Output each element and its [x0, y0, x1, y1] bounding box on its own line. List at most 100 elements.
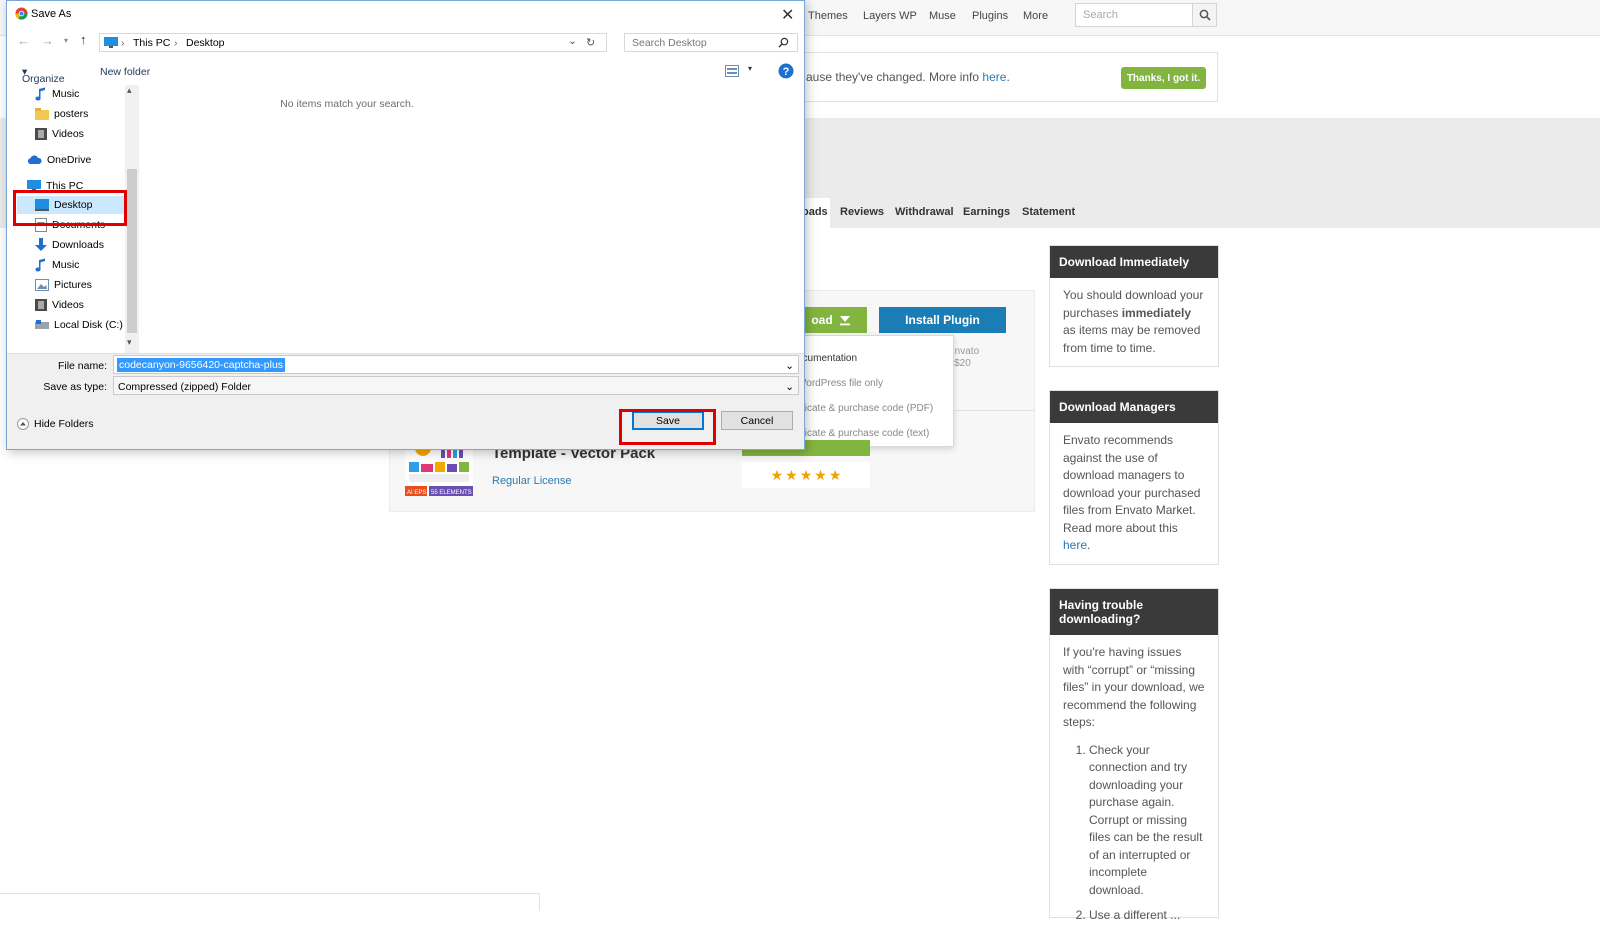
menu-item-license-pdf[interactable]: tificate & purchase code (PDF)	[797, 403, 933, 414]
star-icon: ★	[799, 466, 813, 483]
new-folder-button[interactable]: New folder	[100, 66, 150, 78]
thumb-badge-elements: 55 ELEMENTS	[431, 490, 472, 496]
footer-divider	[0, 893, 540, 894]
address-separator: ›	[121, 37, 125, 49]
close-icon[interactable]: ✕	[781, 5, 794, 25]
tab-reviews[interactable]: Reviews	[840, 206, 884, 218]
save-as-type-value: Compressed (zipped) Folder	[118, 381, 252, 393]
tree-item-label: Pictures	[54, 279, 92, 291]
view-dropdown-icon[interactable]: ▾	[748, 64, 752, 73]
trouble-step: Use a different ...	[1089, 907, 1205, 925]
up-arrow-icon[interactable]: ↑	[80, 32, 87, 47]
nav-muse[interactable]: Muse	[929, 10, 956, 22]
dialog-titlebar[interactable]: Save As ✕	[7, 1, 804, 28]
thumb-badge-format: AI EPS	[407, 490, 426, 496]
notice-link[interactable]: here	[982, 70, 1006, 84]
file-name-value: codecanyon-9656420-captcha-plus	[117, 358, 286, 372]
nav-layers-wp[interactable]: Layers WP	[863, 10, 917, 22]
tree-item-music-2[interactable]: Music	[35, 256, 79, 274]
video-icon	[35, 128, 47, 140]
tree-item-downloads[interactable]: Downloads	[35, 236, 104, 254]
tree-item-label: Downloads	[52, 239, 104, 251]
organize-button[interactable]: Organize ▾	[22, 66, 65, 85]
download-button[interactable]: oad	[795, 307, 867, 333]
tree-item-videos[interactable]: Videos	[35, 125, 84, 143]
download-arrow-icon	[839, 316, 850, 326]
menu-item-wordpress-file[interactable]: WordPress file only	[797, 378, 883, 389]
sidebar-trouble: Having trouble downloading? If you're ha…	[1049, 588, 1219, 922]
dialog-title: Save As	[31, 8, 72, 20]
star-icon: ★	[828, 466, 842, 483]
file-list-area[interactable]: No items match your search.	[141, 85, 804, 353]
tree-item-label: Videos	[52, 299, 84, 311]
thanks-button[interactable]: Thanks, I got it.	[1121, 67, 1206, 89]
tab-earnings[interactable]: Earnings	[963, 206, 1010, 218]
scroll-down-icon[interactable]: ▾	[127, 337, 132, 348]
menu-item-documentation[interactable]: ocumentation	[797, 353, 857, 364]
install-plugin-button[interactable]: Install Plugin	[879, 307, 1006, 333]
file-name-label: File name:	[57, 360, 107, 372]
hide-folders-button[interactable]: Hide Folders	[17, 418, 94, 430]
forward-arrow-icon[interactable]: →	[41, 33, 54, 48]
nav-themes[interactable]: Themes	[808, 10, 848, 22]
tree-item-pictures[interactable]: Pictures	[35, 276, 92, 294]
star-icon: ★	[770, 466, 784, 483]
address-bar[interactable]: › This PC › Desktop ⌄ ↻	[99, 33, 607, 52]
sidebar-heading: Download Immediately	[1050, 246, 1218, 278]
refresh-icon[interactable]: ↻	[586, 36, 595, 49]
star-icon: ★	[785, 466, 798, 483]
search-icon	[778, 37, 789, 48]
tab-withdrawal[interactable]: Withdrawal	[895, 206, 954, 218]
tree-item-label: Music	[52, 259, 80, 271]
scrollbar-thumb[interactable]	[127, 169, 137, 333]
rating-stars[interactable]: ★ ★ ★ ★ ★	[742, 462, 870, 488]
file-name-field[interactable]: codecanyon-9656420-captcha-plus ⌄	[113, 355, 799, 374]
save-as-type-label: Save as type:	[43, 381, 107, 393]
video-icon	[35, 299, 47, 311]
help-icon[interactable]: ?	[778, 63, 794, 82]
nav-plugins[interactable]: Plugins	[972, 10, 1008, 22]
recent-locations-icon[interactable]: ▾	[64, 36, 68, 45]
save-as-type-select[interactable]: Compressed (zipped) Folder ⌄	[113, 376, 799, 395]
trouble-step: Check your connection and try downloadin…	[1089, 742, 1205, 900]
sidebar-text: Envato recommends against the use of dow…	[1063, 433, 1201, 552]
organize-label: Organize	[22, 73, 65, 85]
tab-downloads[interactable]: oads	[802, 206, 828, 218]
tree-item-videos-2[interactable]: Videos	[35, 296, 84, 314]
search-icon	[1199, 9, 1211, 21]
notice-text: ause they've changed. More info here.	[806, 70, 1010, 84]
address-folder[interactable]: Desktop	[186, 37, 225, 49]
tree-item-onedrive[interactable]: OneDrive	[27, 151, 91, 169]
sidebar-link[interactable]: here	[1063, 538, 1087, 552]
svg-text:?: ?	[783, 66, 790, 78]
sidebar-download-immediately: Download Immediately You should download…	[1049, 245, 1219, 367]
footer-divider-vertical	[539, 893, 540, 911]
tree-scrollbar[interactable]: ▴ ▾	[125, 85, 139, 353]
tab-statement[interactable]: Statement	[1022, 206, 1075, 218]
download-dropdown-menu: ocumentation WordPress file only tificat…	[790, 335, 954, 447]
sidebar-download-managers: Download Managers Envato recommends agai…	[1049, 390, 1219, 565]
tree-item-label: Local Disk (C:)	[54, 319, 123, 331]
chevron-down-icon[interactable]: ⌄	[785, 360, 794, 372]
cloud-icon	[27, 155, 42, 164]
search-input[interactable]: Search Desktop	[624, 33, 798, 52]
hide-folders-label: Hide Folders	[34, 418, 94, 430]
back-arrow-icon[interactable]: ←	[17, 33, 30, 48]
address-root[interactable]: This PC	[133, 37, 170, 49]
site-search-button[interactable]	[1192, 3, 1217, 27]
menu-item-license-text[interactable]: tificate & purchase code (text)	[797, 428, 929, 439]
download-icon	[35, 238, 47, 251]
tree-item-local-disk[interactable]: Local Disk (C:)	[35, 316, 123, 334]
cancel-button[interactable]: Cancel	[721, 411, 793, 430]
nav-more[interactable]: More	[1023, 10, 1048, 22]
computer-icon	[104, 37, 118, 48]
chevron-down-icon[interactable]: ⌄	[785, 381, 794, 393]
scroll-up-icon[interactable]: ▴	[127, 85, 132, 96]
disk-icon	[35, 320, 49, 329]
item-license[interactable]: Regular License	[492, 475, 572, 487]
picture-icon	[35, 279, 49, 291]
chevron-down-icon[interactable]: ⌄	[568, 35, 577, 47]
tree-item-label: OneDrive	[47, 154, 92, 166]
tree-item-label: Videos	[52, 128, 84, 140]
view-options-icon[interactable]	[725, 65, 739, 80]
